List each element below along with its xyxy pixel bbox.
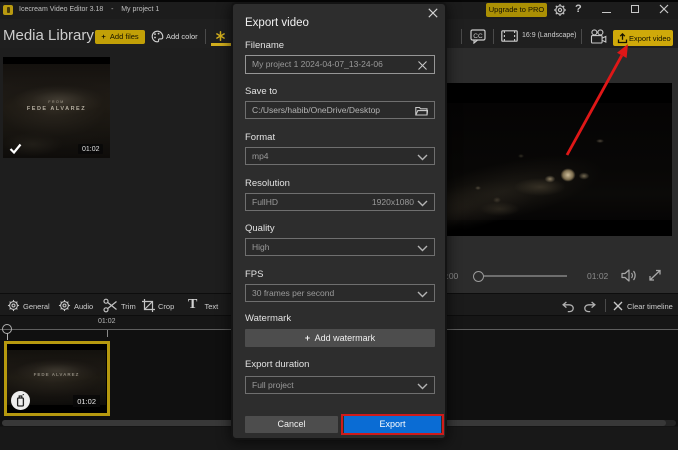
svg-text:CC: CC [473,33,483,40]
